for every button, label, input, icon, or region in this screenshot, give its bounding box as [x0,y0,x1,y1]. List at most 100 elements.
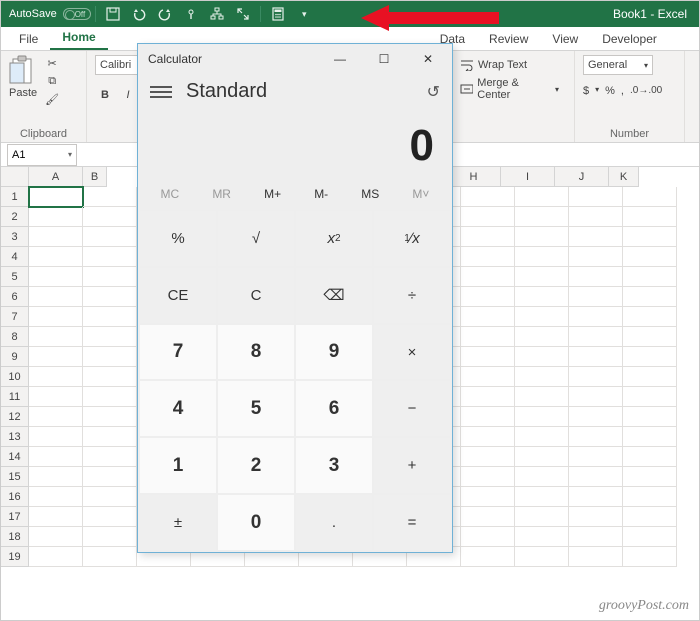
cell[interactable] [461,227,515,247]
row-head[interactable]: 2 [1,207,29,227]
row-head[interactable]: 18 [1,527,29,547]
merge-center-button[interactable]: Merge & Center ▾ [453,79,566,99]
cell[interactable] [29,347,83,367]
cell[interactable] [83,507,137,527]
row-head[interactable]: 14 [1,447,29,467]
cell[interactable] [569,347,623,367]
cell[interactable] [623,547,677,567]
cell[interactable] [569,287,623,307]
cell[interactable] [569,307,623,327]
cell[interactable] [29,287,83,307]
cell[interactable] [83,347,137,367]
italic-button[interactable]: I [118,85,138,105]
cell[interactable] [29,307,83,327]
cell[interactable] [623,387,677,407]
cell[interactable] [569,447,623,467]
cell[interactable] [515,347,569,367]
subtract-key[interactable]: − [374,381,450,436]
cell[interactable] [83,267,137,287]
mem-store[interactable]: MS [355,183,385,205]
cell[interactable] [569,367,623,387]
redo-icon[interactable] [154,3,176,25]
row-head[interactable]: 1 [1,187,29,207]
cell[interactable] [461,547,515,567]
row-head[interactable]: 16 [1,487,29,507]
col-head[interactable]: K [609,167,639,187]
cell[interactable] [623,447,677,467]
cell[interactable] [623,407,677,427]
add-key[interactable]: + [374,438,450,493]
calculator-icon[interactable] [267,3,289,25]
digit-0[interactable]: 0 [218,495,294,550]
hierarchy-icon[interactable] [206,3,228,25]
row-head[interactable]: 9 [1,347,29,367]
cell[interactable] [29,247,83,267]
col-head[interactable]: J [555,167,609,187]
cell[interactable] [515,287,569,307]
cell[interactable] [83,407,137,427]
cell[interactable] [461,507,515,527]
cell[interactable] [461,327,515,347]
multiply-key[interactable]: × [374,325,450,380]
cell[interactable] [515,247,569,267]
calculator-titlebar[interactable]: Calculator — ☐ ✕ [138,44,452,74]
number-format-select[interactable]: General▾ [583,55,653,75]
cell[interactable] [83,547,137,567]
cell[interactable] [29,547,83,567]
decimal-key[interactable]: . [296,495,372,550]
col-head[interactable]: H [447,167,501,187]
cell[interactable] [623,487,677,507]
cell[interactable] [515,267,569,287]
cell[interactable] [83,387,137,407]
cell[interactable] [461,487,515,507]
cell[interactable] [569,207,623,227]
cell[interactable] [461,407,515,427]
cell[interactable] [83,367,137,387]
copy-icon[interactable]: ⧉ [43,73,61,89]
digit-2[interactable]: 2 [218,438,294,493]
cell[interactable] [461,267,515,287]
autosave-toggle[interactable]: AutoSave Off [1,8,93,20]
cell[interactable] [461,447,515,467]
cell[interactable] [29,227,83,247]
cell[interactable] [623,327,677,347]
cell[interactable] [623,427,677,447]
cell[interactable] [623,467,677,487]
cell[interactable] [29,187,83,207]
minimize-button[interactable]: — [318,45,362,73]
cell[interactable] [569,387,623,407]
negate-key[interactable]: ± [140,495,216,550]
percent-key[interactable]: % [140,211,216,266]
equals-key[interactable]: = [374,495,450,550]
cell[interactable] [515,427,569,447]
row-head[interactable]: 15 [1,467,29,487]
percent-button[interactable]: % [605,85,615,97]
cell[interactable] [29,467,83,487]
cell[interactable] [29,367,83,387]
cell[interactable] [623,367,677,387]
hamburger-menu-icon[interactable] [150,81,172,103]
cell[interactable] [29,387,83,407]
cell[interactable] [29,327,83,347]
cell[interactable] [29,267,83,287]
cell[interactable] [461,307,515,327]
save-icon[interactable] [102,3,124,25]
digit-8[interactable]: 8 [218,325,294,380]
cell[interactable] [83,487,137,507]
square-key[interactable]: x2 [296,211,372,266]
cell[interactable] [623,187,677,207]
cell[interactable] [515,527,569,547]
cell[interactable] [29,527,83,547]
cell[interactable] [83,227,137,247]
digit-6[interactable]: 6 [296,381,372,436]
cell[interactable] [461,387,515,407]
cell[interactable] [623,227,677,247]
row-head[interactable]: 12 [1,407,29,427]
comma-button[interactable]: , [621,85,624,97]
reciprocal-key[interactable]: 1∕x [374,211,450,266]
digit-4[interactable]: 4 [140,381,216,436]
cell[interactable] [83,447,137,467]
cell[interactable] [569,247,623,267]
cell[interactable] [569,527,623,547]
cell[interactable] [569,407,623,427]
